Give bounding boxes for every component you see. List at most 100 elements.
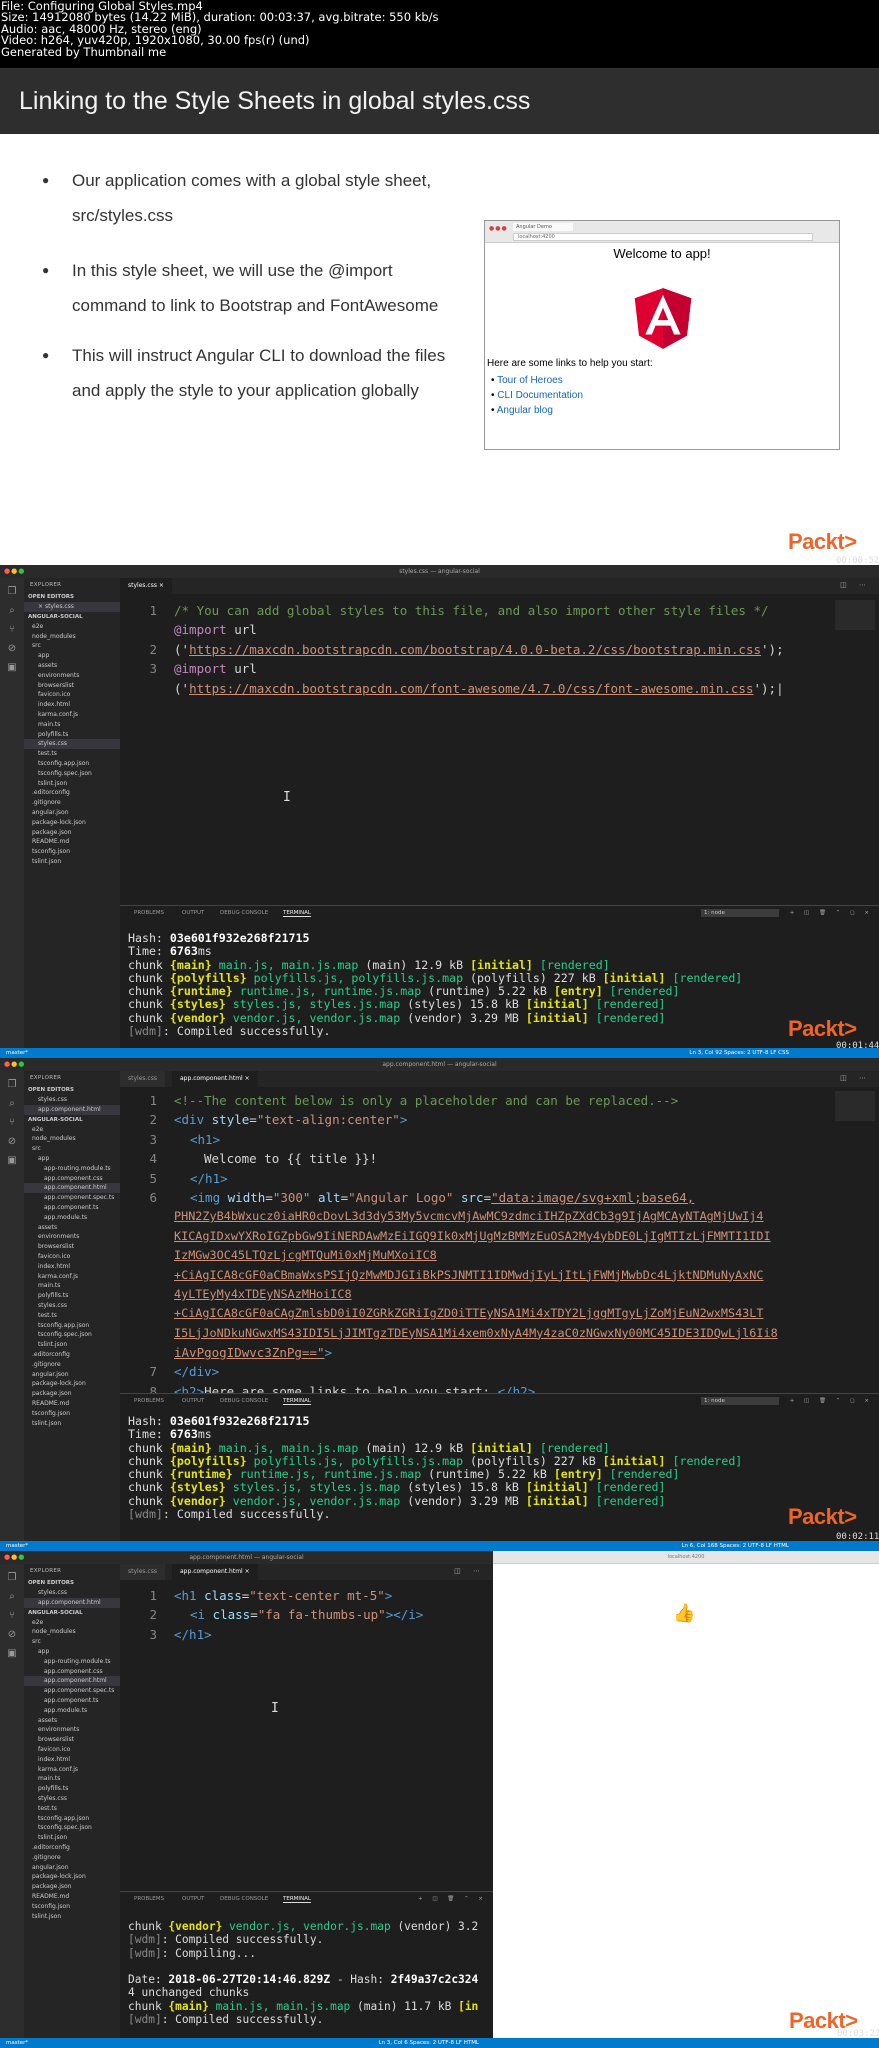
tree-item[interactable]: assets bbox=[24, 661, 120, 671]
terminal-output[interactable]: Hash: 03e601f932e268f21715 Time: 6763ms … bbox=[128, 931, 742, 1038]
project-section[interactable]: ANGULAR-SOCIAL bbox=[24, 1115, 120, 1125]
tree-item[interactable]: assets bbox=[24, 1223, 120, 1233]
tree-item[interactable]: app-routing.module.ts bbox=[24, 1657, 120, 1667]
preview-link[interactable]: Tour of Heroes bbox=[491, 373, 653, 388]
tree-item[interactable]: tsconfig.json bbox=[24, 1409, 120, 1419]
tree-item[interactable]: src bbox=[24, 1637, 120, 1647]
tree-item[interactable]: package.json bbox=[24, 1882, 120, 1892]
tree-item[interactable]: index.html bbox=[24, 1755, 120, 1765]
tree-item[interactable]: package.json bbox=[24, 828, 120, 838]
tree-item[interactable]: tslint.json bbox=[24, 857, 120, 867]
tab-debug-console[interactable]: DEBUG CONSOLE bbox=[220, 1398, 268, 1404]
tree-item[interactable]: package-lock.json bbox=[24, 818, 120, 828]
tree-item-selected[interactable]: app.component.html bbox=[24, 1676, 120, 1687]
code-view[interactable]: 1 <h1 class="text-center mt-5"> 2 <i class… bbox=[120, 1586, 493, 1644]
tree-item[interactable]: tsconfig.json bbox=[24, 847, 120, 857]
editor-area[interactable]: styles.css × ◫ ⋯ 1/* You can add global … bbox=[120, 578, 879, 918]
open-editors-section[interactable]: OPEN EDITORS bbox=[24, 592, 120, 602]
tree-item[interactable]: e2e bbox=[24, 622, 120, 632]
tab-output[interactable]: OUTPUT bbox=[182, 910, 204, 916]
tree-item[interactable]: .editorconfig bbox=[24, 1843, 120, 1853]
tree-item[interactable]: tsconfig.spec.json bbox=[24, 1823, 120, 1833]
open-editor-item[interactable]: app.component.html bbox=[24, 1104, 120, 1115]
tree-item[interactable]: main.ts bbox=[24, 1281, 120, 1291]
tree-item[interactable]: tsconfig.spec.json bbox=[24, 769, 120, 779]
tree-item[interactable]: polyfills.ts bbox=[24, 730, 120, 740]
tree-item[interactable]: tslint.json bbox=[24, 1419, 120, 1429]
tree-item[interactable]: tslint.json bbox=[24, 779, 120, 789]
source-control-icon[interactable]: ⑂ bbox=[0, 624, 24, 635]
tree-item[interactable]: environments bbox=[24, 671, 120, 681]
open-editor-item[interactable]: × styles.css bbox=[24, 602, 120, 612]
source-control-icon[interactable]: ⑂ bbox=[0, 1610, 24, 1621]
tree-item[interactable]: karma.conf.js bbox=[24, 1765, 120, 1775]
editor-area[interactable]: styles.css app.component.html × ◫ ⋯ 1 <!-… bbox=[120, 1071, 879, 1406]
tree-item[interactable]: assets bbox=[24, 1716, 120, 1726]
tree-item[interactable]: favicon.ico bbox=[24, 690, 120, 700]
debug-icon[interactable]: ⊘ bbox=[0, 1136, 24, 1147]
tree-item[interactable]: tslint.json bbox=[24, 1833, 120, 1843]
tree-item[interactable]: angular.json bbox=[24, 1370, 120, 1380]
status-right[interactable]: Ln 3, Col 6 Spaces: 2 UTF-8 LF HTML bbox=[378, 2038, 479, 2048]
project-section[interactable]: ANGULAR-SOCIAL bbox=[24, 612, 120, 622]
project-section[interactable]: ANGULAR-SOCIAL bbox=[24, 1608, 120, 1618]
browser-url[interactable]: localhost:4200 bbox=[668, 1554, 705, 1560]
tree-item[interactable]: app.component.css bbox=[24, 1174, 120, 1184]
tree-item[interactable]: package-lock.json bbox=[24, 1872, 120, 1882]
tree-item[interactable]: app.component.spec.ts bbox=[24, 1686, 120, 1696]
branch-indicator[interactable]: master* bbox=[6, 1048, 28, 1058]
tree-item[interactable]: .editorconfig bbox=[24, 1350, 120, 1360]
extensions-icon[interactable]: ▣ bbox=[0, 662, 24, 673]
tree-item[interactable]: app.module.ts bbox=[24, 1706, 120, 1716]
tree-item[interactable]: e2e bbox=[24, 1618, 120, 1628]
tree-item[interactable]: node_modules bbox=[24, 1134, 120, 1144]
tree-item[interactable]: favicon.ico bbox=[24, 1745, 120, 1755]
tree-item[interactable]: tsconfig.app.json bbox=[24, 1321, 120, 1331]
tree-item[interactable]: e2e bbox=[24, 1125, 120, 1135]
tab-app-component-html[interactable]: app.component.html × bbox=[172, 1564, 258, 1580]
tree-item[interactable]: README.md bbox=[24, 1399, 120, 1409]
window-controls-icon[interactable]: ●●● bbox=[4, 1061, 25, 1068]
terminal-select[interactable]: 1: node bbox=[701, 1397, 779, 1405]
tree-item[interactable]: app bbox=[24, 1647, 120, 1657]
tree-item[interactable]: tsconfig.app.json bbox=[24, 759, 120, 769]
open-editors-section[interactable]: OPEN EDITORS bbox=[24, 1578, 120, 1588]
tree-item[interactable]: app-routing.module.ts bbox=[24, 1164, 120, 1174]
tree-item-selected[interactable]: app.component.html bbox=[24, 1183, 120, 1194]
debug-icon[interactable]: ⊘ bbox=[0, 1629, 24, 1640]
code-view[interactable]: 1/* You can add global styles to this fi… bbox=[120, 601, 879, 698]
terminal-output[interactable]: chunk {vendor} vendor.js, vendor.js.map … bbox=[128, 1920, 478, 2026]
open-editor-item[interactable]: app.component.html bbox=[24, 1597, 120, 1608]
files-icon[interactable]: ❐ bbox=[0, 586, 24, 597]
tree-item[interactable]: browserslist bbox=[24, 1242, 120, 1252]
tree-item[interactable]: app.module.ts bbox=[24, 1213, 120, 1223]
tree-item[interactable]: app.component.ts bbox=[24, 1696, 120, 1706]
tree-item[interactable]: styles.css bbox=[24, 1794, 120, 1804]
tree-item[interactable]: .editorconfig bbox=[24, 788, 120, 798]
extensions-icon[interactable]: ▣ bbox=[0, 1155, 24, 1166]
tree-item[interactable]: favicon.ico bbox=[24, 1252, 120, 1262]
tree-item[interactable]: .gitignore bbox=[24, 798, 120, 808]
tree-item[interactable]: README.md bbox=[24, 837, 120, 847]
editor-area[interactable]: styles.css app.component.html × ◫ ⋯ 1 <h1… bbox=[120, 1564, 493, 1904]
tree-item[interactable]: tsconfig.spec.json bbox=[24, 1330, 120, 1340]
source-control-icon[interactable]: ⑂ bbox=[0, 1117, 24, 1128]
tree-item[interactable]: index.html bbox=[24, 700, 120, 710]
tree-item[interactable]: tsconfig.app.json bbox=[24, 1814, 120, 1824]
tree-item[interactable]: environments bbox=[24, 1232, 120, 1242]
tree-item[interactable]: src bbox=[24, 641, 120, 651]
tree-item[interactable]: test.ts bbox=[24, 1804, 120, 1814]
preview-link[interactable]: CLI Documentation bbox=[491, 388, 653, 403]
search-icon[interactable]: ⌕ bbox=[0, 1098, 24, 1109]
tree-item[interactable]: package.json bbox=[24, 1389, 120, 1399]
tree-item[interactable]: polyfills.ts bbox=[24, 1291, 120, 1301]
tab-styles-css[interactable]: styles.css bbox=[120, 1071, 165, 1087]
tree-item[interactable]: app.component.ts bbox=[24, 1203, 120, 1213]
open-editor-item[interactable]: styles.css bbox=[24, 1095, 120, 1105]
tab-problems[interactable]: PROBLEMS bbox=[134, 1896, 164, 1902]
tree-item[interactable]: environments bbox=[24, 1725, 120, 1735]
terminal-actions-icon[interactable]: + ◫ 🗑 ⌃ ◻ × bbox=[790, 1398, 873, 1404]
split-editor-icon[interactable]: ◫ ⋯ bbox=[454, 1567, 485, 1575]
tree-item[interactable]: .gitignore bbox=[24, 1853, 120, 1863]
tree-item[interactable]: angular.json bbox=[24, 1863, 120, 1873]
